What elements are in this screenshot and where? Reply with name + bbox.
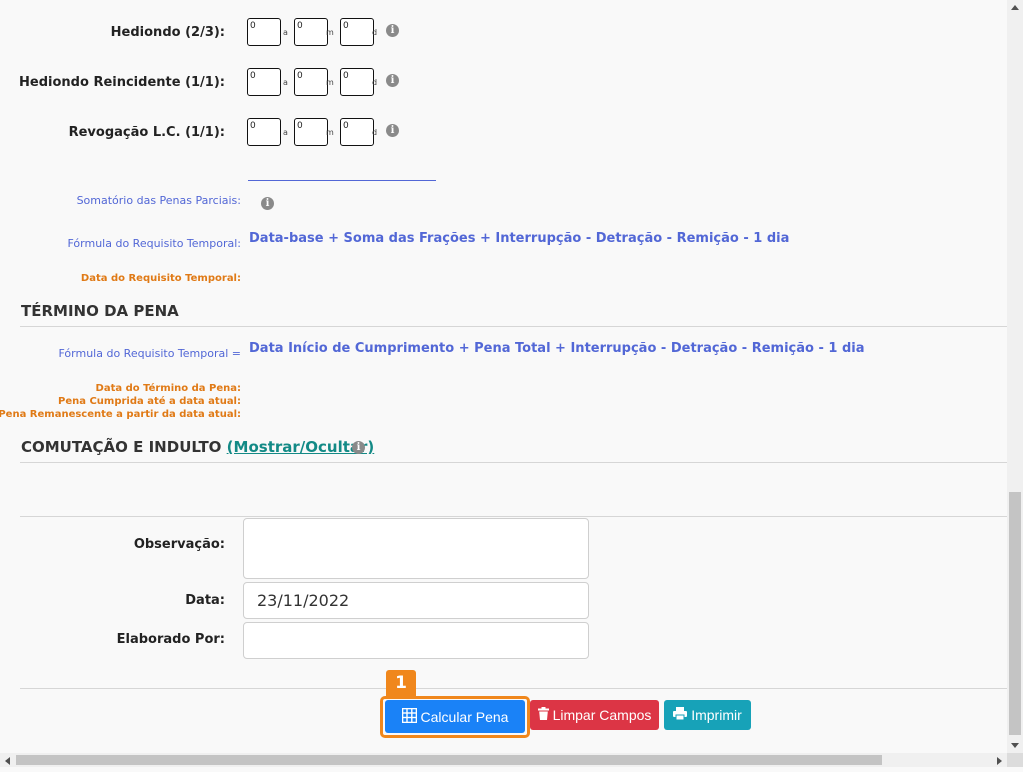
months-unit: m xyxy=(326,78,334,87)
limpar-campos-label: Limpar Campos xyxy=(552,707,652,723)
days-unit: d xyxy=(372,28,378,37)
scroll-right-arrow-icon[interactable] xyxy=(991,753,1007,767)
horizontal-scroll-thumb[interactable] xyxy=(16,755,882,765)
imprimir-button[interactable]: Imprimir xyxy=(664,700,751,730)
months-unit: m xyxy=(326,28,334,37)
imprimir-label: Imprimir xyxy=(691,707,742,723)
section-divider xyxy=(20,516,1007,517)
elaborado-label: Elaborado Por: xyxy=(116,632,225,647)
days-input[interactable]: 0 xyxy=(340,118,374,146)
info-icon[interactable]: i xyxy=(386,124,399,137)
vertical-scroll-thumb[interactable] xyxy=(1009,492,1021,735)
printer-icon xyxy=(673,707,688,723)
comutacao-header: COMUTAÇÃO E INDULTO (Mostrar/Ocultar) xyxy=(21,438,374,456)
scroll-down-arrow-icon[interactable] xyxy=(1007,737,1023,753)
months-input[interactable]: 0 xyxy=(294,68,328,96)
years-input[interactable]: 0 xyxy=(247,68,281,96)
data-requisito-label: Data do Requisito Temporal: xyxy=(80,273,241,284)
row-label: Hediondo Reincidente (1/1): xyxy=(19,75,225,90)
scroll-left-arrow-icon[interactable] xyxy=(0,753,16,767)
row-label: Revogação L.C. (1/1): xyxy=(68,125,225,140)
elaborado-input[interactable] xyxy=(243,622,589,659)
pena-remanescente-label: Pena Remanescente a partir da data atual… xyxy=(0,409,241,420)
row-label: Hediondo (2/3): xyxy=(110,25,225,40)
years-unit: a xyxy=(283,78,288,87)
data-label: Data: xyxy=(185,593,225,608)
data-input[interactable]: 23/11/2022 xyxy=(243,582,589,619)
calculator-icon xyxy=(401,707,417,726)
months-input[interactable]: 0 xyxy=(294,18,328,46)
months-unit: m xyxy=(326,128,334,137)
pena-cumprida-label: Pena Cumprida até a data atual: xyxy=(57,396,241,407)
scrollbar-corner xyxy=(1007,753,1023,767)
limpar-campos-button[interactable]: Limpar Campos xyxy=(530,700,659,730)
calcular-pena-button[interactable]: Calcular Pena xyxy=(385,700,525,733)
formula-requisito-value: Data-base + Soma das Frações + Interrupç… xyxy=(249,231,790,246)
termino-title: TÉRMINO DA PENA xyxy=(21,302,179,320)
somatorio-label: Somatório das Penas Parciais: xyxy=(76,194,241,207)
observacao-textarea[interactable] xyxy=(243,518,589,579)
formula-requisito-label: Fórmula do Requisito Temporal: xyxy=(67,237,241,250)
sum-divider xyxy=(248,180,436,181)
vertical-scrollbar[interactable] xyxy=(1007,0,1023,753)
data-termino-label: Data do Término da Pena: xyxy=(95,383,241,394)
comutacao-title: COMUTAÇÃO E INDULTO xyxy=(21,438,222,456)
years-unit: a xyxy=(283,28,288,37)
months-input[interactable]: 0 xyxy=(294,118,328,146)
info-icon[interactable]: i xyxy=(386,74,399,87)
step-marker-badge: 1 xyxy=(386,670,416,697)
observacao-label: Observação: xyxy=(133,537,225,552)
info-icon[interactable]: i xyxy=(352,441,365,454)
years-input[interactable]: 0 xyxy=(247,18,281,46)
section-divider xyxy=(20,326,1007,327)
section-divider xyxy=(20,688,1007,689)
section-divider xyxy=(20,462,1007,463)
scroll-up-arrow-icon[interactable] xyxy=(1007,0,1023,16)
days-unit: d xyxy=(372,78,378,87)
formula-termino-label: Fórmula do Requisito Temporal = xyxy=(58,347,241,360)
formula-termino-value: Data Início de Cumprimento + Pena Total … xyxy=(249,341,865,356)
calcular-pena-label: Calcular Pena xyxy=(420,708,509,725)
days-input[interactable]: 0 xyxy=(340,68,374,96)
info-icon[interactable]: i xyxy=(261,197,274,210)
horizontal-scrollbar[interactable] xyxy=(0,753,1007,767)
years-input[interactable]: 0 xyxy=(247,118,281,146)
page-content: Hediondo (2/3): 0 a 0 m 0 d i Hediondo R… xyxy=(0,0,1007,753)
info-icon[interactable]: i xyxy=(386,24,399,37)
days-unit: d xyxy=(372,128,378,137)
days-input[interactable]: 0 xyxy=(340,18,374,46)
years-unit: a xyxy=(283,128,288,137)
trash-icon xyxy=(537,707,549,723)
